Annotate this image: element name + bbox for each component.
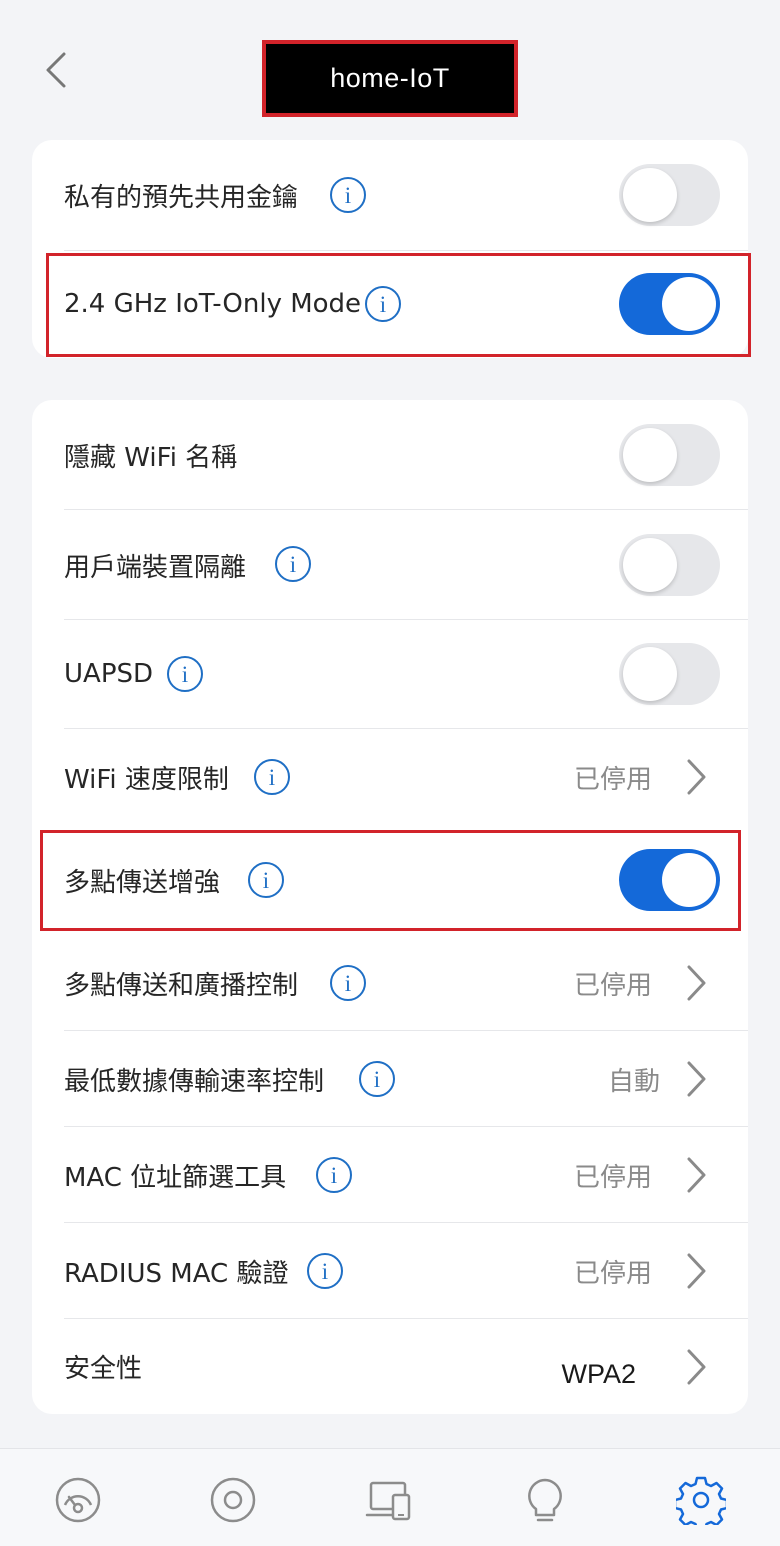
info-icon[interactable]: i [307,1253,343,1289]
iot-only-mode-toggle[interactable] [619,273,720,335]
insights-bulb-icon [528,1478,562,1522]
row-label: 私有的預先共用金鑰 [64,183,299,213]
row-value: 已停用 [573,765,652,795]
page-title: home-IoT [330,63,450,93]
settings-row-client-isolation: 用戶端裝置隔離 i [32,510,748,620]
settings-row-radius-mac[interactable]: RADIUS MAC 驗證 i 已停用 [32,1223,748,1319]
info-icon[interactable]: i [248,862,284,898]
nav-clients[interactable] [365,1475,415,1525]
dashboard-icon [55,1477,101,1523]
info-icon[interactable]: i [316,1157,352,1193]
row-label: 隱藏 WiFi 名稱 [64,443,238,473]
security-settings-card: 私有的預先共用金鑰 i 2.4 GHz IoT-Only Mode i [32,140,748,358]
info-icon[interactable]: i [365,286,401,322]
settings-gear-icon [673,1476,729,1532]
nav-dashboard[interactable] [53,1475,103,1525]
row-label: 安全性 [64,1354,143,1384]
settings-row-security[interactable]: 安全性 WPA2 [32,1319,748,1414]
chevron-right-icon [687,759,706,795]
hide-wifi-name-toggle[interactable] [619,424,720,486]
settings-row-iot-only: 2.4 GHz IoT-Only Mode i [32,250,748,358]
row-value: 已停用 [573,1163,652,1193]
settings-row-hide-ssid: 隱藏 WiFi 名稱 [32,400,748,510]
row-label: WiFi 速度限制 [64,765,229,795]
chevron-right-icon [687,1157,706,1193]
uapsd-toggle[interactable] [619,643,720,705]
row-label: RADIUS MAC 驗證 [64,1259,289,1289]
page-title-box: home-IoT [262,40,518,117]
chevron-left-icon [46,52,66,88]
client-isolation-toggle[interactable] [619,534,720,596]
row-label: 最低數據傳輸速率控制 [64,1067,325,1097]
advanced-settings-card: 隱藏 WiFi 名稱 用戶端裝置隔離 i UAPSD i WiFi 速度限制 i… [32,400,748,1414]
ppsk-toggle[interactable] [619,164,720,226]
chevron-right-icon [687,1253,706,1289]
settings-row-speed-limit[interactable]: WiFi 速度限制 i 已停用 [32,729,748,825]
back-button[interactable] [36,48,76,92]
row-label: 多點傳送增強 [64,868,221,898]
settings-row-multicast-broadcast[interactable]: 多點傳送和廣播控制 i 已停用 [32,935,748,1031]
nav-devices[interactable] [208,1475,258,1525]
nav-settings[interactable] [673,1475,729,1532]
settings-row-multicast-enhancement: 多點傳送增強 i [32,830,748,930]
row-value: 已停用 [573,1259,652,1289]
nav-insights[interactable] [520,1475,570,1525]
row-label: UAPSD [64,659,154,689]
info-icon[interactable]: i [359,1061,395,1097]
info-icon[interactable]: i [275,546,311,582]
settings-row-min-data-rate[interactable]: 最低數據傳輸速率控制 i 自動 [32,1031,748,1127]
multicast-enhancement-toggle[interactable] [619,849,720,911]
devices-circle-icon [210,1477,256,1523]
chevron-right-icon [687,1061,706,1097]
row-label: MAC 位址篩選工具 [64,1163,287,1193]
settings-row-ppsk: 私有的預先共用金鑰 i [32,140,748,250]
info-icon[interactable]: i [330,965,366,1001]
client-devices-icon [365,1481,411,1521]
chevron-right-icon [687,965,706,1001]
header: home-IoT [0,0,780,130]
info-icon[interactable]: i [330,177,366,213]
chevron-right-icon [687,1349,706,1385]
row-value: 自動 [607,1067,660,1097]
info-icon[interactable]: i [254,759,290,795]
info-icon[interactable]: i [167,656,203,692]
row-value: 已停用 [573,971,652,1001]
row-label: 2.4 GHz IoT-Only Mode [64,289,362,319]
row-label: 多點傳送和廣播控制 [64,971,299,1001]
bottom-nav [0,1448,780,1546]
settings-row-mac-filter[interactable]: MAC 位址篩選工具 i 已停用 [32,1127,748,1223]
row-label: 用戶端裝置隔離 [64,553,247,583]
security-value: WPA2 [561,1359,636,1389]
settings-row-uapsd: UAPSD i [32,620,748,728]
